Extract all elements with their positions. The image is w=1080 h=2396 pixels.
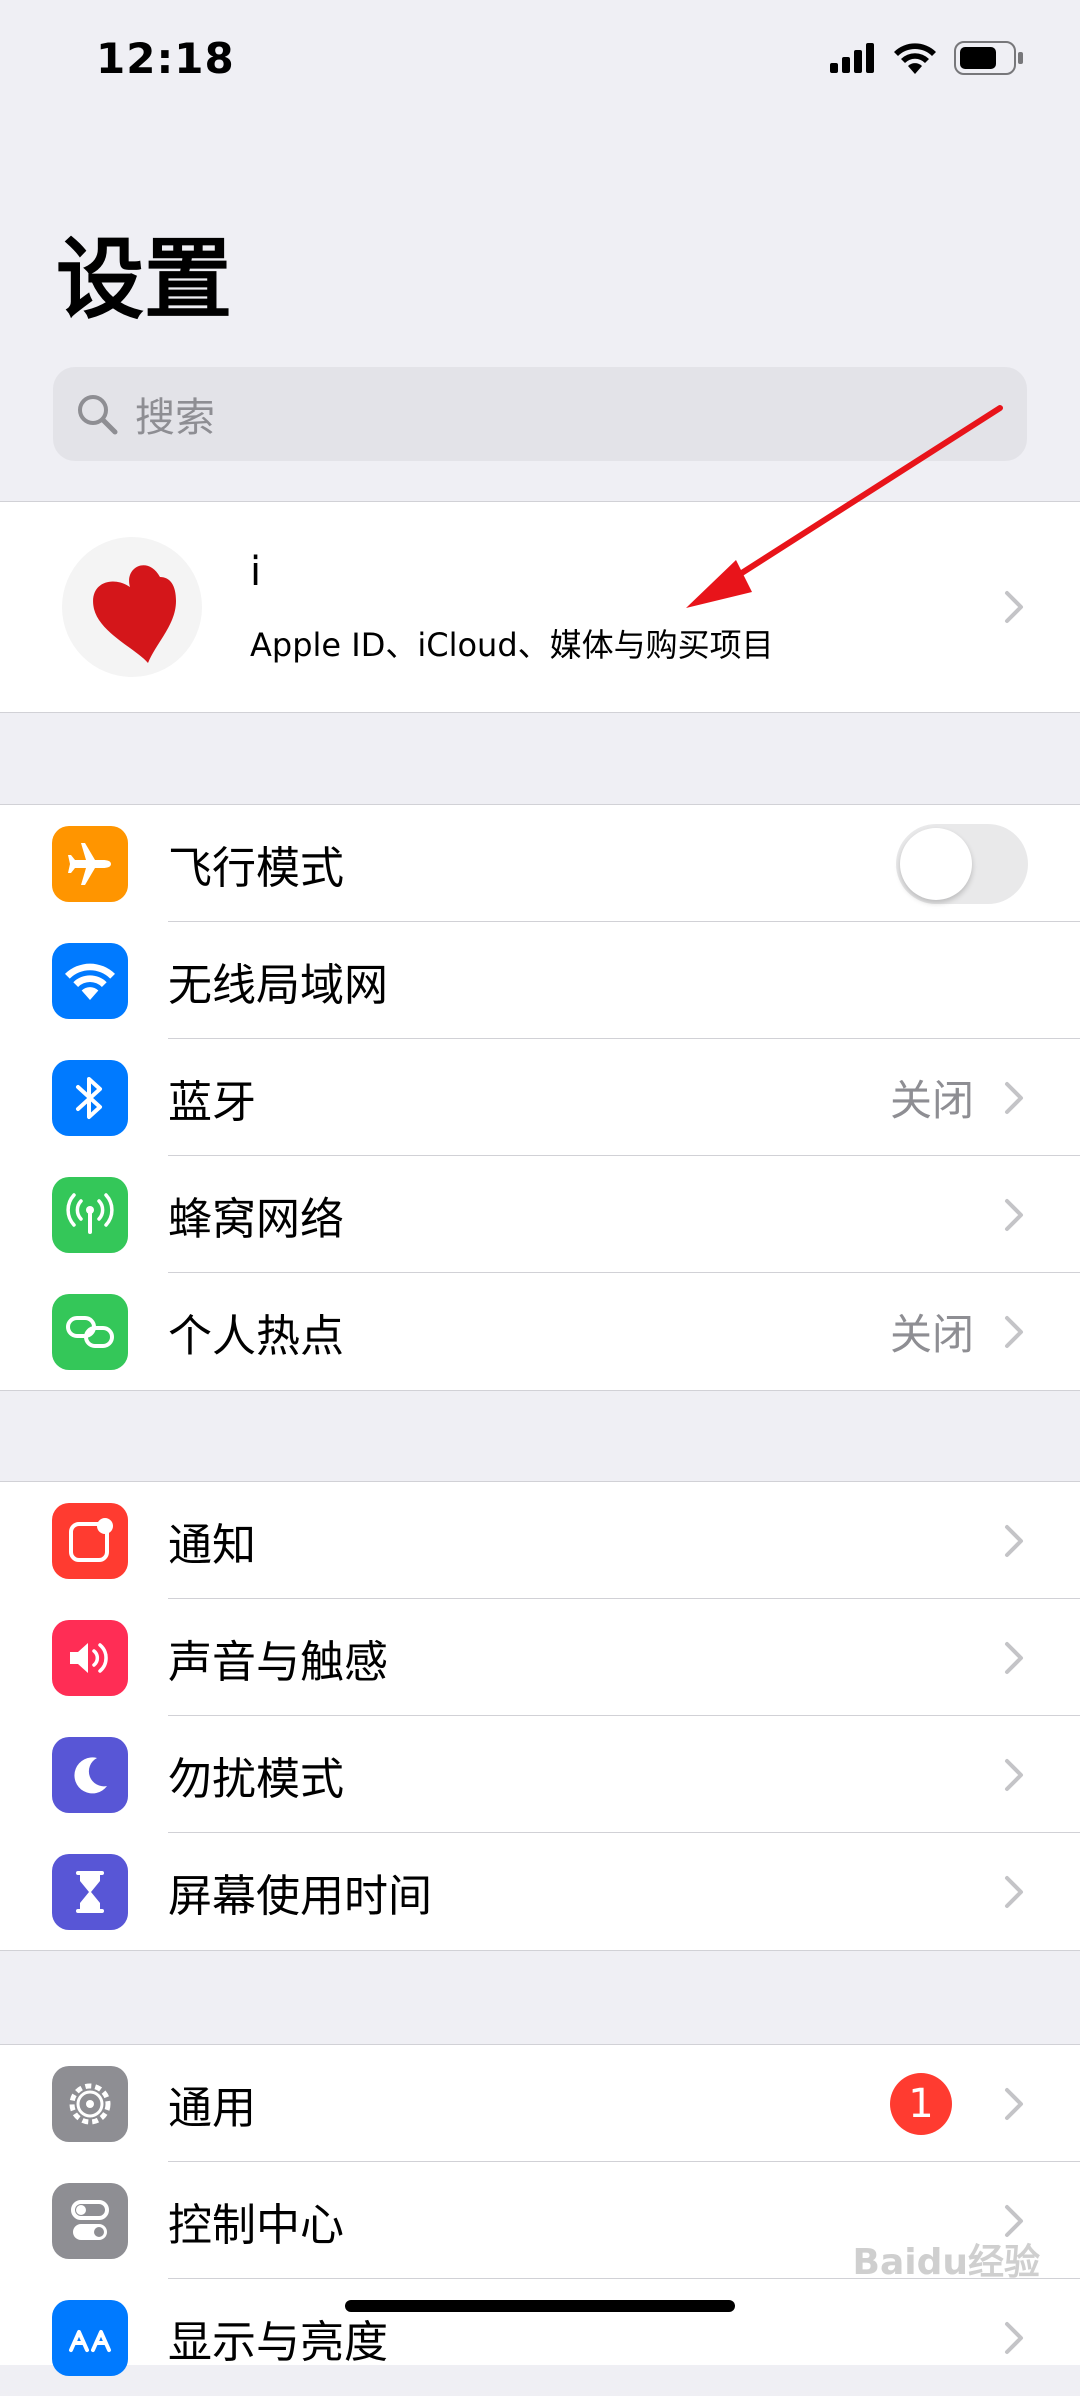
battery-icon [954,41,1023,75]
status-bar: 12:18 [0,0,1080,120]
chevron-right-icon [1005,1525,1023,1557]
row-label: 屏幕使用时间 [168,1870,432,1922]
search-icon [78,395,118,435]
chevron-right-icon [1005,1759,1023,1791]
moon-icon [52,1737,128,1813]
row-label: 显示与亮度 [168,2316,388,2368]
search-field[interactable]: 搜索 [53,367,1027,461]
row-display-brightness[interactable]: 显示与亮度 [0,2279,1080,2396]
row-sounds[interactable]: 声音与触感 [0,1599,1080,1716]
notifications-group: 通知 声音与触感 勿扰模式 屏幕使用时间 [0,1481,1080,1951]
cellular-icon [52,1177,128,1253]
row-airplane-mode[interactable]: 飞行模式 [0,805,1080,922]
row-value: 关闭 [889,1076,974,1125]
wifi-icon [52,943,128,1019]
row-label: 勿扰模式 [168,1753,344,1805]
row-label: 通知 [168,1519,256,1571]
row-personal-hotspot[interactable]: 个人热点 关闭 [0,1273,1080,1390]
apple-id-row[interactable]: i Apple ID、iCloud、媒体与购买项目 [0,501,1080,713]
chevron-right-icon [1005,1316,1023,1348]
row-general[interactable]: 通用 1 [0,2045,1080,2162]
chevron-right-icon [1005,1642,1023,1674]
chevron-right-icon [1005,1082,1023,1114]
page-title: 设置 [56,228,233,331]
watermark: Baidu经验 [852,2242,1040,2283]
row-value: 关闭 [889,1310,974,1359]
profile-name: i [250,549,262,595]
home-indicator[interactable] [345,2300,735,2312]
chevron-right-icon [1005,2088,1023,2120]
row-do-not-disturb[interactable]: 勿扰模式 [0,1716,1080,1833]
airplane-mode-toggle[interactable] [896,824,1028,904]
row-label: 无线局域网 [168,959,388,1011]
chevron-right-icon [1005,591,1023,623]
profile-subtitle: Apple ID、iCloud、媒体与购买项目 [250,626,774,664]
update-badge: 1 [890,2073,952,2135]
chevron-right-icon [1005,1199,1023,1231]
wifi-status-icon [894,43,936,74]
connectivity-group: 飞行模式 无线局域网 蓝牙 关闭 蜂窝网络 个人热点 关闭 [0,804,1080,1391]
display-icon [52,2300,128,2376]
row-bluetooth[interactable]: 蓝牙 关闭 [0,1039,1080,1156]
row-label: 飞行模式 [168,842,344,894]
avatar [62,537,202,677]
bluetooth-icon [52,1060,128,1136]
row-wifi[interactable]: 无线局域网 [0,922,1080,1039]
row-label: 蓝牙 [168,1076,256,1128]
row-label: 通用 [168,2082,256,2134]
search-placeholder: 搜索 [135,395,215,441]
airplane-icon [52,826,128,902]
hourglass-icon [52,1854,128,1930]
status-icons [830,40,1024,76]
gear-icon [52,2066,128,2142]
row-cellular[interactable]: 蜂窝网络 [0,1156,1080,1273]
row-label: 声音与触感 [168,1636,388,1688]
row-label: 控制中心 [168,2199,344,2251]
row-label: 蜂窝网络 [168,1193,344,1245]
general-group: 通用 1 控制中心 显示与亮度 [0,2044,1080,2376]
chevron-right-icon [1005,2322,1023,2354]
control-center-icon [52,2183,128,2259]
notifications-icon [52,1503,128,1579]
chevron-right-icon [1005,1876,1023,1908]
hotspot-icon [52,1294,128,1370]
status-time: 12:18 [96,34,235,83]
row-screen-time[interactable]: 屏幕使用时间 [0,1833,1080,1950]
signal-icon [830,43,874,73]
row-notifications[interactable]: 通知 [0,1482,1080,1599]
row-label: 个人热点 [168,1310,344,1362]
sound-icon [52,1620,128,1696]
